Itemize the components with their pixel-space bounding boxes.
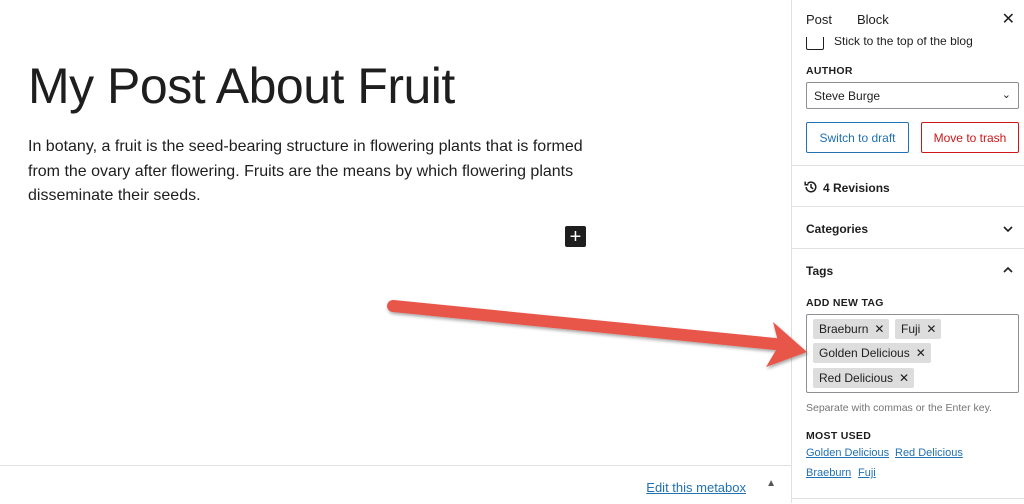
remove-tag-icon[interactable]: ✕ bbox=[920, 322, 941, 336]
settings-sidebar: Post Block ✕ Stick to the top of the blo… bbox=[791, 0, 1024, 503]
most-used-label: MOST USED bbox=[806, 430, 872, 442]
most-used-tag-link[interactable]: Golden Delicious bbox=[806, 447, 889, 459]
edit-metabox-link[interactable]: Edit this metabox bbox=[646, 480, 746, 495]
tag-chip: Golden Delicious ✕ bbox=[813, 343, 931, 363]
divider bbox=[792, 498, 1024, 499]
sidebar-header: Post Block ✕ bbox=[792, 0, 1024, 37]
most-used-tag-link[interactable]: Braeburn bbox=[806, 467, 851, 479]
tag-chip: Red Delicious ✕ bbox=[813, 368, 915, 388]
post-title[interactable]: My Post About Fruit bbox=[28, 56, 455, 116]
metabox-bar: Edit this metabox ▲ bbox=[0, 465, 791, 504]
author-value: Steve Burge bbox=[814, 89, 881, 103]
remove-tag-icon[interactable]: ✕ bbox=[868, 322, 889, 336]
plus-icon: + bbox=[569, 225, 582, 248]
post-paragraph[interactable]: In botany, a fruit is the seed-bearing s… bbox=[28, 135, 588, 209]
editor-canvas: My Post About Fruit In botany, a fruit i… bbox=[0, 0, 791, 504]
switch-to-draft-button[interactable]: Switch to draft bbox=[806, 122, 909, 153]
tag-chip: Fuji ✕ bbox=[895, 319, 942, 339]
categories-panel-toggle[interactable]: Categories bbox=[806, 222, 868, 236]
revisions-label: 4 Revisions bbox=[823, 181, 890, 195]
add-new-tag-label: ADD NEW TAG bbox=[806, 297, 884, 309]
history-icon bbox=[804, 181, 817, 193]
tags-panel-toggle[interactable]: Tags bbox=[806, 264, 833, 278]
remove-tag-icon[interactable]: ✕ bbox=[893, 371, 914, 385]
tab-post[interactable]: Post bbox=[806, 12, 832, 27]
move-to-trash-button[interactable]: Move to trash bbox=[921, 122, 1019, 153]
caret-up-icon[interactable]: ▲ bbox=[766, 478, 776, 489]
author-select[interactable]: Steve Burge ⌄ bbox=[806, 82, 1019, 109]
chevron-down-icon[interactable] bbox=[1001, 222, 1015, 236]
most-used-tag-link[interactable]: Red Delicious bbox=[895, 447, 963, 459]
tag-input[interactable]: Braeburn ✕ Fuji ✕ Golden Delicious ✕ Red… bbox=[806, 314, 1019, 393]
author-label: AUTHOR bbox=[806, 65, 853, 77]
divider bbox=[792, 248, 1024, 249]
add-block-button[interactable]: + bbox=[565, 226, 586, 247]
tag-chip: Braeburn ✕ bbox=[813, 319, 890, 339]
divider bbox=[792, 165, 1024, 166]
chevron-down-icon: ⌄ bbox=[1001, 89, 1011, 101]
tab-block[interactable]: Block bbox=[857, 12, 889, 27]
remove-tag-icon[interactable]: ✕ bbox=[910, 346, 931, 360]
chevron-up-icon[interactable] bbox=[1001, 263, 1015, 277]
close-icon[interactable]: ✕ bbox=[1002, 9, 1015, 29]
divider bbox=[792, 206, 1024, 207]
tags-help-text: Separate with commas or the Enter key. bbox=[806, 402, 992, 414]
most-used-tag-link[interactable]: Fuji bbox=[858, 467, 876, 479]
